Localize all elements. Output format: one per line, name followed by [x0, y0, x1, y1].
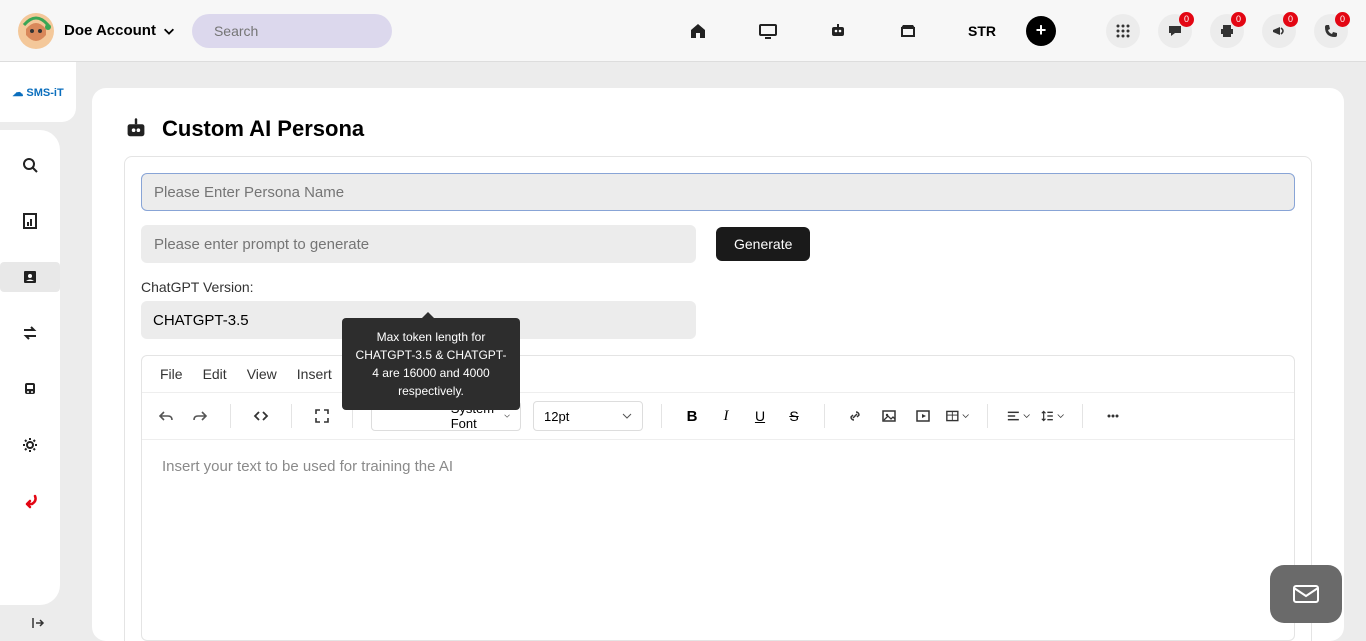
account-name: Doe Account [64, 22, 156, 39]
rail-report-icon[interactable] [0, 206, 60, 236]
robot-icon[interactable] [828, 21, 848, 41]
rail-train-icon[interactable] [0, 374, 60, 404]
store-icon[interactable] [898, 21, 918, 41]
prompt-input[interactable] [141, 225, 696, 263]
editor-canvas[interactable]: Insert your text to be used for training… [142, 440, 1294, 640]
line-height-icon[interactable] [1040, 404, 1064, 428]
menu-file[interactable]: File [160, 366, 183, 382]
menu-view[interactable]: View [247, 366, 277, 382]
page-title-row: Custom AI Persona [124, 116, 1312, 142]
rail-search-icon[interactable] [0, 150, 60, 180]
form-card: Generate ChatGPT Version: CHATGPT-3.5 Fi… [124, 156, 1312, 641]
chat-badge: 0 [1179, 12, 1194, 27]
account-menu[interactable]: Doe Account [64, 22, 176, 39]
top-nav-icons: STR [688, 21, 996, 41]
app-header: Doe Account STR + 0 0 0 0 [0, 0, 1366, 62]
more-icon[interactable] [1101, 404, 1125, 428]
str-label[interactable]: STR [968, 23, 996, 39]
align-icon[interactable] [1006, 404, 1030, 428]
generate-button[interactable]: Generate [716, 227, 810, 261]
phone-badge: 0 [1335, 12, 1350, 27]
print-icon[interactable]: 0 [1210, 14, 1244, 48]
user-avatar[interactable] [18, 13, 54, 49]
underline-icon[interactable]: U [748, 404, 772, 428]
editor-placeholder: Insert your text to be used for training… [162, 458, 453, 475]
chevron-down-icon [162, 24, 176, 38]
chat-icon[interactable]: 0 [1158, 14, 1192, 48]
main-card: Custom AI Persona Generate ChatGPT Versi… [92, 88, 1344, 641]
redo-icon[interactable] [188, 404, 212, 428]
bold-icon[interactable]: B [680, 404, 704, 428]
print-badge: 0 [1231, 12, 1246, 27]
italic-icon[interactable]: I [714, 404, 738, 428]
persona-name-input[interactable] [141, 173, 1295, 211]
phone-icon[interactable]: 0 [1314, 14, 1348, 48]
header-right-icons: 0 0 0 0 [1106, 14, 1348, 48]
rich-text-editor: File Edit View Insert Format ParagraphSy… [141, 355, 1295, 641]
menu-edit[interactable]: Edit [203, 366, 227, 382]
image-icon[interactable] [877, 404, 901, 428]
editor-toolbar: ParagraphSystem Font 12pt B I U S [142, 393, 1294, 440]
editor-menubar: File Edit View Insert Format [142, 356, 1294, 393]
rail-contact-icon[interactable] [0, 262, 60, 292]
monitor-icon[interactable] [758, 21, 778, 41]
announce-icon[interactable]: 0 [1262, 14, 1296, 48]
brand-logo[interactable]: ☁ SMS-iT [0, 62, 76, 122]
rail-collapse-icon[interactable] [0, 605, 76, 641]
table-icon[interactable] [945, 404, 969, 428]
mail-icon [1290, 578, 1322, 610]
code-icon[interactable] [249, 404, 273, 428]
undo-icon[interactable] [154, 404, 178, 428]
announce-badge: 0 [1283, 12, 1298, 27]
left-column: ☁ SMS-iT [0, 62, 76, 641]
side-rail [0, 130, 60, 605]
token-limit-tooltip: Max token length for CHATGPT-3.5 & CHATG… [342, 318, 520, 410]
search-box[interactable] [192, 14, 392, 48]
version-label: ChatGPT Version: [141, 279, 1295, 295]
strike-icon[interactable]: S [782, 404, 806, 428]
home-icon[interactable] [688, 21, 708, 41]
menu-insert[interactable]: Insert [297, 366, 332, 382]
search-input[interactable] [214, 23, 395, 39]
add-button[interactable]: + [1026, 16, 1056, 46]
robot-icon [124, 117, 148, 141]
page-title: Custom AI Persona [162, 116, 364, 142]
rail-transfer-icon[interactable] [0, 318, 60, 348]
link-icon[interactable] [843, 404, 867, 428]
apps-icon[interactable] [1106, 14, 1140, 48]
rail-gear-icon[interactable] [0, 430, 60, 460]
video-icon[interactable] [911, 404, 935, 428]
mail-float-button[interactable] [1270, 565, 1342, 623]
fullscreen-icon[interactable] [310, 404, 334, 428]
rail-return-icon[interactable] [0, 486, 60, 516]
font-size-select[interactable]: 12pt [533, 401, 643, 431]
